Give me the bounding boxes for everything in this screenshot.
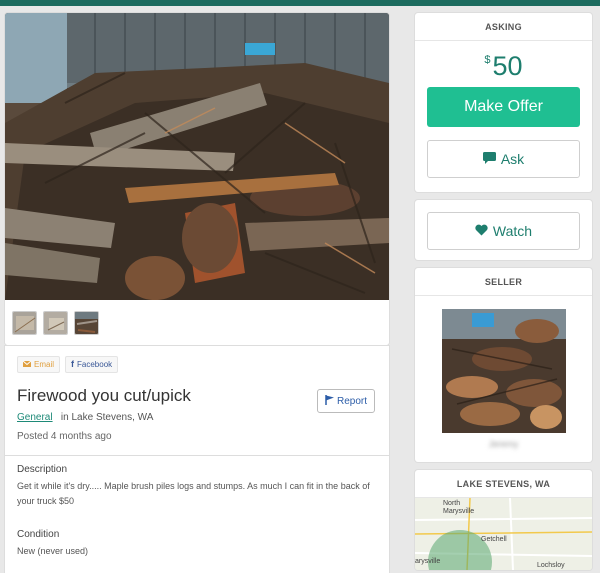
listing-info: Email f Facebook Firewood you cut/upick … — [5, 346, 389, 455]
condition-value: New (never used) — [17, 546, 89, 556]
description-section: Description Get it while it's dry..... M… — [5, 456, 389, 573]
report-button[interactable]: Report — [316, 389, 375, 413]
listing-column: Email f Facebook Firewood you cut/upick … — [5, 13, 389, 573]
map-label-marysville: Marysville — [443, 508, 475, 515]
thumbnail-strip — [5, 300, 389, 345]
map-label-marysville-south: arysville — [415, 558, 441, 565]
seller-name[interactable]: Jeremy — [489, 439, 519, 449]
thumbnail-3[interactable] — [74, 310, 99, 335]
sidebar: ASKING $50 Make Offer Ask Watch SELLER J… — [415, 13, 592, 573]
price: $50 — [427, 51, 580, 82]
heart-icon — [475, 223, 488, 239]
watch-card: Watch — [415, 200, 592, 260]
map-heading: LAKE STEVENS, WA — [415, 470, 592, 498]
thumbnail-2[interactable] — [43, 310, 68, 335]
photo-gallery — [5, 13, 389, 345]
condition-label: Condition — [17, 529, 60, 540]
report-label: Report — [336, 395, 367, 407]
map-label-getchell: Getchell — [481, 536, 507, 543]
map-label-north: North — [443, 500, 461, 507]
location-map[interactable]: North Marysville Getchell arysville Loch… — [415, 498, 592, 570]
price-value: 50 — [492, 51, 523, 81]
flag-icon — [325, 394, 334, 408]
facebook-icon: f — [71, 359, 75, 369]
ask-label: Ask — [500, 151, 525, 167]
speech-bubble-icon — [482, 151, 496, 167]
seller-card: SELLER Jeremy — [415, 268, 592, 462]
ask-button[interactable]: Ask — [427, 140, 580, 178]
category-link[interactable]: General — [17, 412, 53, 423]
asking-card: ASKING $50 Make Offer Ask — [415, 13, 592, 192]
listing-meta: General in Lake Stevens, WA — [17, 412, 377, 423]
share-facebook-button[interactable]: f Facebook — [65, 356, 119, 373]
watch-button[interactable]: Watch — [427, 212, 580, 250]
watch-label: Watch — [492, 223, 533, 239]
seller-photo[interactable] — [441, 309, 566, 433]
make-offer-button[interactable]: Make Offer — [427, 87, 580, 127]
envelope-icon — [22, 357, 32, 372]
map-label-lochsloy: Lochsloy — [537, 562, 565, 569]
map-card: LAKE STEVENS, WA North Marysville Getche… — [415, 470, 592, 570]
posted-time: Posted 4 months ago — [17, 431, 112, 442]
share-email-label: Email — [34, 360, 55, 369]
share-facebook-label: Facebook — [77, 360, 113, 369]
map-label-north-marysville: North Marysville — [443, 500, 474, 516]
price-currency: $ — [484, 54, 491, 66]
listing-location: Lake Stevens, WA — [71, 412, 154, 423]
seller-heading: SELLER — [415, 268, 592, 296]
main-photo[interactable] — [5, 13, 389, 300]
share-email-button[interactable]: Email — [17, 356, 61, 373]
description-label: Description — [17, 464, 68, 475]
asking-heading: ASKING — [415, 13, 592, 41]
location-prefix: in — [60, 412, 69, 423]
share-bar: Email f Facebook — [17, 356, 377, 373]
thumbnail-1[interactable] — [12, 310, 37, 335]
description-text: Get it while it's dry..... Maple brush p… — [17, 481, 370, 506]
top-bar — [0, 0, 600, 6]
